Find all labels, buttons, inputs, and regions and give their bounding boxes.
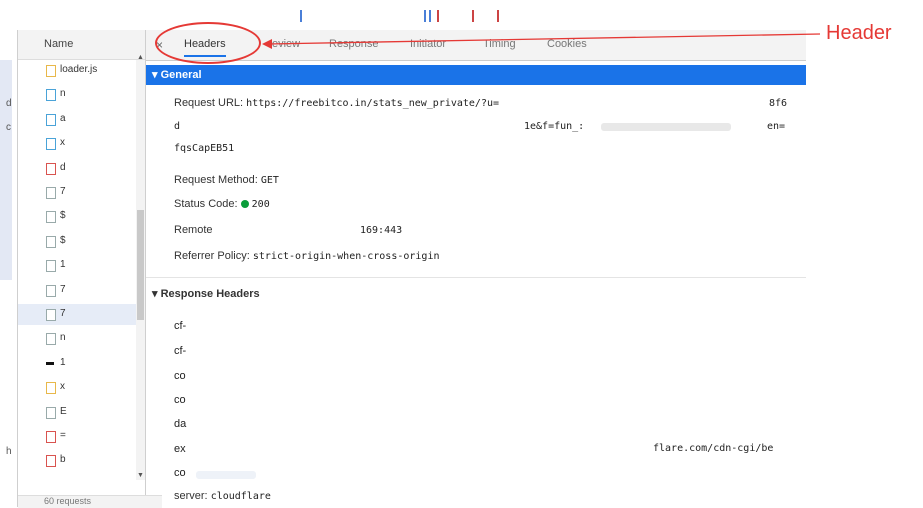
annotation-arrow [262,33,821,49]
annotation-label: Header [826,22,892,44]
